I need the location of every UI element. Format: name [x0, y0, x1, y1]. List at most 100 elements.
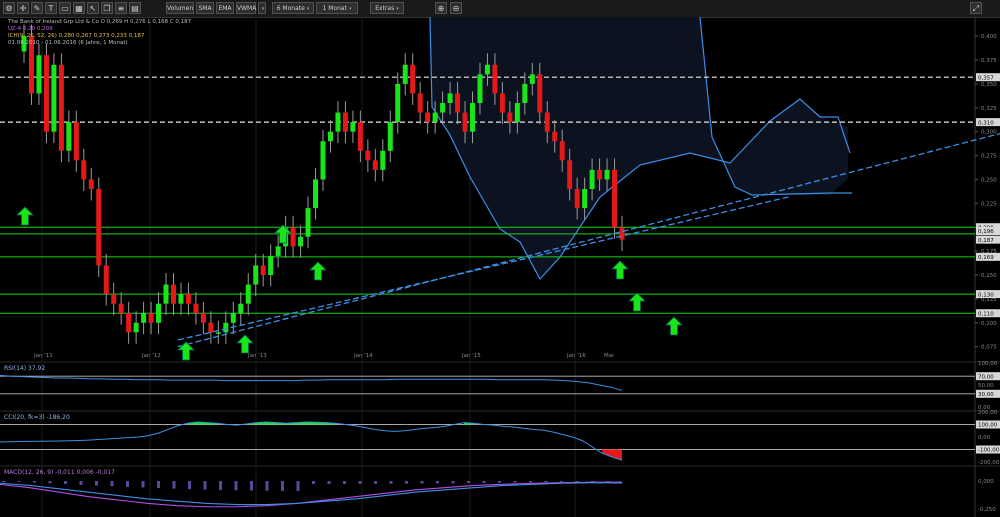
price-tick-label: 0,100: [981, 321, 997, 327]
macd-histogram-bar: [48, 481, 52, 484]
candle-up: [320, 141, 326, 180]
settings-icon[interactable]: ⚙: [3, 2, 15, 14]
candle-up: [275, 246, 281, 256]
candle-up: [230, 313, 236, 323]
cci-line: [0, 421, 623, 461]
candle-down: [537, 74, 543, 113]
buy-arrow-icon: [309, 261, 327, 281]
candle-up: [402, 64, 408, 84]
candle-up: [529, 74, 535, 84]
price-tick-label: 0,300: [981, 130, 997, 136]
chevron-down-icon: ▾: [396, 6, 399, 12]
indicator-dropdown[interactable]: ▾: [258, 2, 266, 14]
candle-up: [514, 103, 520, 123]
date-tick-label: Jan '15: [461, 353, 481, 359]
date-range-label: 01.06.2010 - 01.06.2016 (6 Jahre, 1 Mona…: [8, 40, 128, 46]
macd-histogram-bar: [157, 481, 160, 489]
window-icon[interactable]: ❐: [101, 2, 113, 14]
candle-down: [425, 112, 431, 123]
candle-up: [305, 208, 311, 237]
price-tick-label: 0,275: [981, 154, 997, 160]
price-tick-label: 0,225: [981, 201, 997, 207]
period-select[interactable]: 6 Monate ▾: [272, 2, 314, 14]
volume-button[interactable]: Volumen: [166, 2, 194, 14]
macd-histogram-bar: [420, 481, 424, 484]
cci-tick-label: 0,00: [978, 435, 991, 441]
candle-down: [455, 93, 461, 113]
rsi-line: [0, 374, 623, 391]
draw-icon[interactable]: ✎: [31, 2, 43, 14]
macd-histogram-bar: [281, 481, 284, 491]
crosshair-icon[interactable]: ✛: [17, 2, 29, 14]
vwma-button[interactable]: VWMA: [236, 2, 256, 14]
candle-down: [544, 112, 550, 132]
macd-histogram-bar: [265, 481, 269, 491]
candle-down: [103, 265, 109, 295]
fullscreen-icon[interactable]: ⤢: [970, 2, 982, 14]
candle-up: [335, 112, 341, 132]
candle-down: [574, 189, 580, 209]
rsi-tick-label: 100,00: [978, 361, 998, 367]
candle-up: [238, 303, 244, 314]
macd-histogram-bar: [126, 481, 129, 487]
chart-icon[interactable]: ▤: [129, 2, 141, 14]
candle-down: [507, 112, 513, 123]
candle-down: [612, 169, 618, 228]
shape-icon[interactable]: ▭: [59, 2, 71, 14]
chart-toolbar: ⚙ ✛ ✎ T ▭ ▦ ↖ ❐ ≡ ▤ Volumen SMA EMA VWMA ▾ 6 Mona…: [0, 0, 1000, 18]
macd-histogram-bar: [2, 481, 5, 482]
security-name-ohlc: The Bank of Ireland Grp Ltd & Co O 0,269…: [7, 19, 192, 25]
candle-down: [193, 303, 199, 314]
candle-up: [432, 112, 438, 123]
candle-down: [96, 189, 102, 266]
ema-button[interactable]: EMA: [216, 2, 234, 14]
candle-up: [327, 131, 333, 142]
candle-up: [350, 122, 356, 132]
candle-up: [387, 122, 393, 151]
zoom-out-icon[interactable]: ⊖: [450, 2, 462, 14]
macd-histogram-bar: [389, 481, 393, 484]
date-tick-label: Jan '13: [247, 353, 267, 359]
candle-up: [604, 169, 610, 180]
price-tag-label: 0,169: [978, 255, 994, 261]
candle-up: [51, 64, 57, 132]
candle-down: [111, 294, 117, 304]
cursor-icon[interactable]: ↖: [87, 2, 99, 14]
macd-histogram-bar: [95, 481, 98, 486]
macd-histogram-bar: [312, 481, 315, 484]
period-select-value: 6 Monate: [276, 5, 305, 12]
candle-down: [492, 64, 498, 94]
candle-up: [36, 55, 42, 94]
price-tag-label: 0,187: [978, 238, 994, 244]
candle-down: [290, 227, 296, 247]
macd-histogram-bar: [17, 481, 21, 482]
candle-down: [260, 265, 266, 275]
text-icon[interactable]: T: [45, 2, 57, 14]
candle-down: [567, 160, 573, 189]
candle-down: [342, 112, 348, 132]
macd-label: MACD(12, 26, 9) -0,011 0,006 -0,017: [4, 469, 115, 476]
candle-down: [43, 55, 49, 132]
grid-icon[interactable]: ▦: [73, 2, 85, 14]
price-tick-label: 0,150: [981, 273, 997, 279]
cci-tick-label: 200,00: [978, 410, 998, 416]
candle-down: [597, 169, 603, 180]
sma-button[interactable]: SMA: [196, 2, 214, 14]
macd-tick-label: 0,000: [978, 479, 994, 485]
extras-label: Extras: [375, 5, 395, 12]
candle-down: [462, 112, 468, 132]
candle-down: [126, 313, 132, 333]
candle-up: [223, 322, 229, 333]
buy-arrow-icon: [665, 316, 683, 336]
interval-select[interactable]: 1 Monat ▾: [316, 2, 358, 14]
macd-histogram-bar: [64, 481, 67, 485]
rsi-tick-label: 30,00: [978, 392, 994, 398]
list-icon[interactable]: ≡: [115, 2, 127, 14]
extras-button[interactable]: Extras ▾: [370, 2, 404, 14]
candle-down: [185, 294, 191, 304]
macd-histogram-bar: [203, 481, 207, 490]
macd-histogram-bar: [498, 481, 501, 483]
candle-down: [148, 313, 154, 323]
zoom-in-icon[interactable]: ⊕: [435, 2, 447, 14]
chart-canvas: 0,400 0,375 0,350 0,325 0,300 0,275 0,250 0,225…: [0, 17, 1000, 517]
